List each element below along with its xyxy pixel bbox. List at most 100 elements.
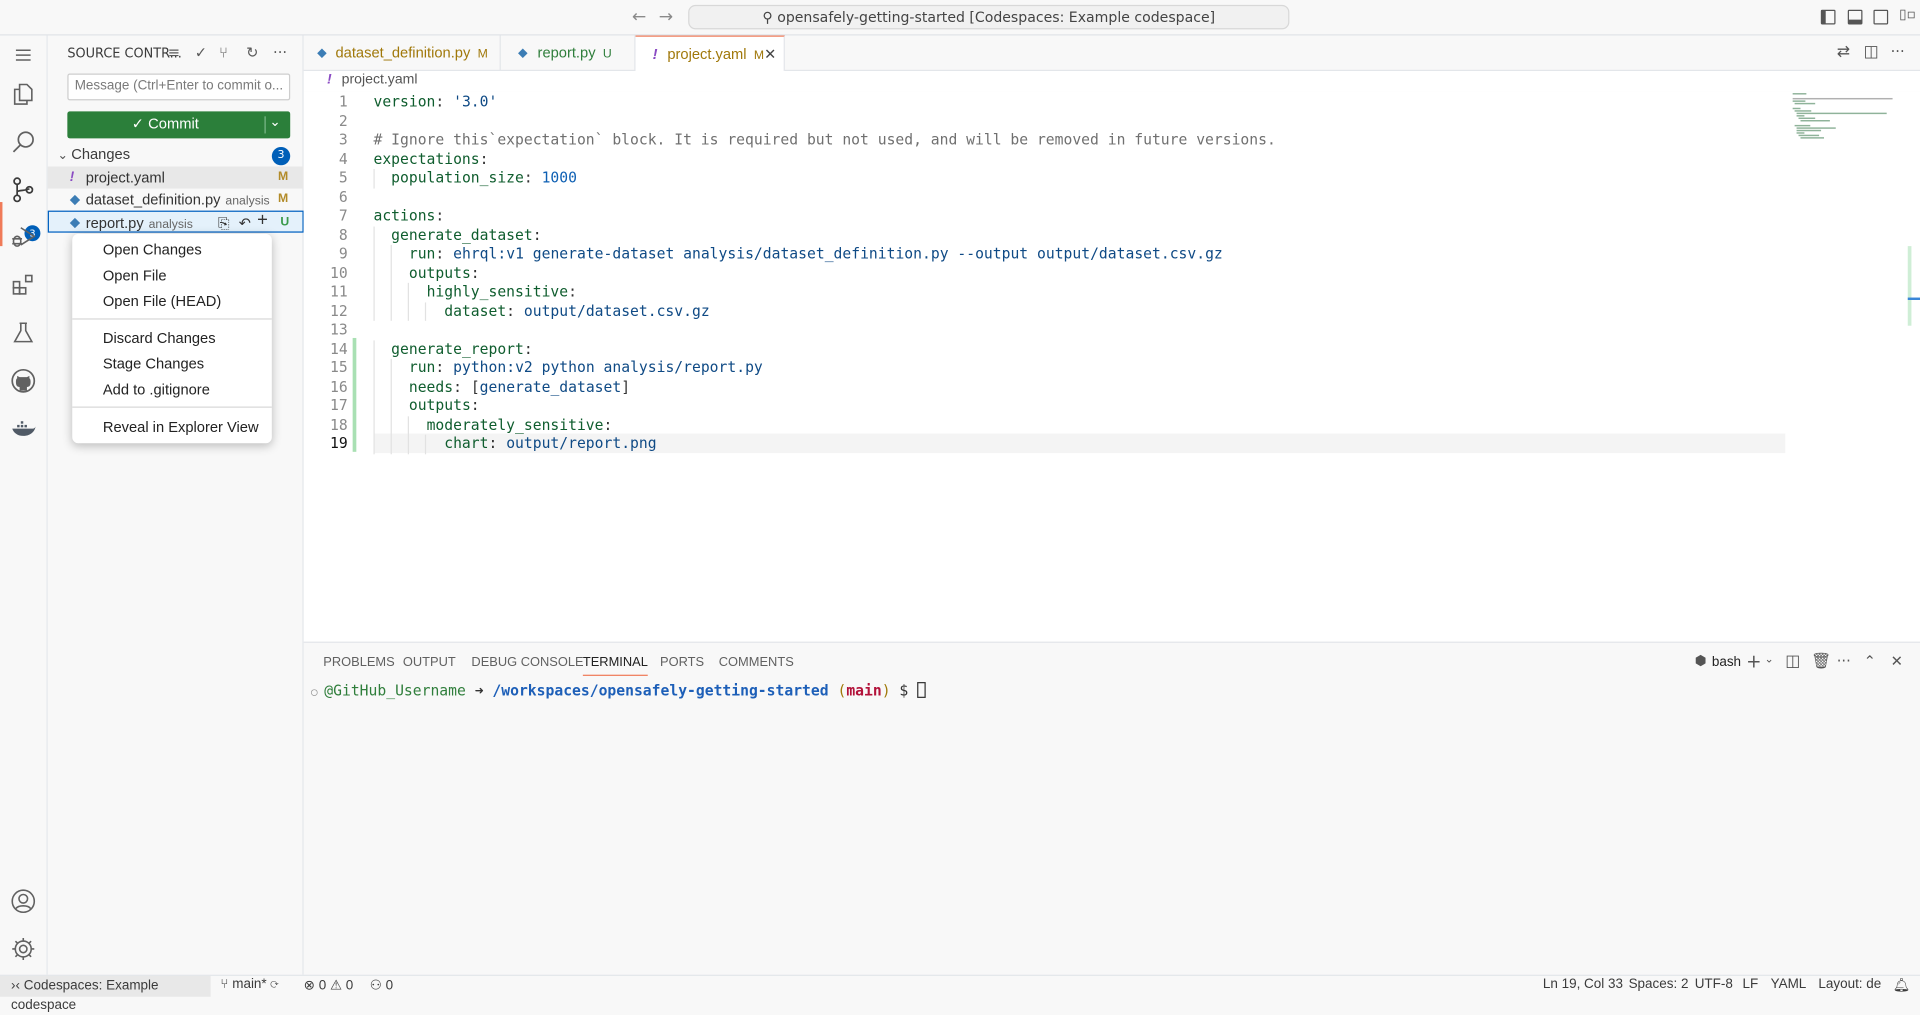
more-actions-icon[interactable]: ···	[1837, 653, 1851, 670]
language-mode[interactable]: YAML	[1771, 977, 1807, 992]
open-file-icon[interactable]: ⎘	[218, 212, 230, 234]
menu-item-open-changes[interactable]: Open Changes	[103, 241, 202, 258]
command-center-search[interactable]: ⚲ opensafely-getting-started [Codespaces…	[688, 4, 1290, 30]
problems-indicator[interactable]: ⊗ 0 ⚠ 0	[304, 977, 354, 993]
docker-icon[interactable]	[9, 414, 38, 443]
create-pull-request-icon[interactable]: ⑂	[219, 44, 228, 61]
more-actions-icon[interactable]: ···	[273, 44, 287, 61]
more-actions-icon[interactable]: ···	[1891, 43, 1905, 60]
toggle-panel-icon[interactable]	[1847, 9, 1863, 25]
kill-terminal-icon[interactable]: 🗑	[1811, 653, 1831, 671]
panel-tab-terminal[interactable]: TERMINAL	[582, 655, 648, 676]
menu-item-reveal-in-explorer[interactable]: Reveal in Explorer View	[103, 419, 259, 436]
breadcrumb-file[interactable]: project.yaml	[342, 72, 418, 87]
terminal-shell-name[interactable]: bash	[1712, 655, 1741, 670]
split-editor-icon[interactable]: ◫	[1864, 43, 1879, 61]
tab-report[interactable]: ◆ report.py U	[501, 35, 636, 72]
github-icon[interactable]	[9, 366, 38, 395]
panel-tab-debug-console[interactable]: DEBUG CONSOLE	[471, 655, 583, 670]
tab-project-yaml[interactable]: ! project.yaml M ✕	[635, 35, 785, 73]
panel-tab-comments[interactable]: COMMENTS	[719, 655, 794, 670]
broadcast-icon: ⚇	[369, 978, 386, 994]
chevron-down-icon[interactable]: ⌄	[1764, 654, 1773, 666]
breadcrumb: ! project.yaml	[303, 71, 1920, 92]
minimap-line	[1796, 112, 1887, 115]
discard-changes-icon[interactable]: ↶	[239, 212, 251, 234]
minimap-line	[1796, 127, 1836, 129]
explorer-icon[interactable]	[9, 80, 38, 109]
indentation[interactable]: Spaces: 2	[1629, 977, 1689, 992]
view-as-tree-icon[interactable]: ≡	[168, 44, 180, 61]
line-number: 13	[330, 320, 348, 338]
panel-tab-output[interactable]: OUTPUT	[403, 655, 456, 670]
tab-dataset-definition[interactable]: ◆ dataset_definition.py M	[304, 35, 501, 72]
menu-item-stage-changes[interactable]: Stage Changes	[103, 355, 204, 372]
code-line: 5 population_size: 1000	[304, 169, 1786, 188]
close-icon[interactable]: ✕	[764, 37, 776, 73]
line-number: 6	[338, 187, 348, 206]
accounts-icon[interactable]	[9, 887, 38, 916]
stage-changes-icon[interactable]: +	[257, 209, 268, 231]
menu-item-open-file[interactable]: Open File	[103, 267, 167, 284]
maximize-panel-icon[interactable]: ⌃	[1864, 653, 1876, 670]
changed-file-row[interactable]: ◆ dataset_definition.py analysis M	[48, 189, 304, 211]
source-control-icon[interactable]	[9, 175, 38, 204]
code-text: version: '3.0'	[373, 93, 498, 111]
toggle-primary-sidebar-icon[interactable]	[1820, 9, 1836, 25]
changed-file-row[interactable]: ! project.yaml M	[47, 166, 304, 189]
new-terminal-icon[interactable]: +	[1746, 650, 1761, 672]
file-name: project.yaml	[85, 168, 165, 187]
minimap[interactable]	[1788, 92, 1910, 642]
code-text: actions:	[373, 206, 445, 225]
testing-icon[interactable]	[9, 318, 38, 347]
branch-indicator[interactable]: ⑂ main* ⟳	[220, 977, 278, 992]
minimap-line	[1792, 100, 1806, 102]
code-line: 19 chart: output/report.png	[304, 435, 1786, 454]
code-text: dataset: output/dataset.csv.gz	[444, 301, 710, 319]
search-icon[interactable]	[9, 127, 38, 156]
notifications-bell-icon[interactable]: 🔔︎	[1893, 977, 1910, 993]
line-number: 16	[330, 377, 348, 395]
changes-group-header[interactable]: ⌄ Changes	[58, 146, 303, 168]
arrow-right-icon[interactable]: →	[659, 7, 673, 27]
ports-indicator[interactable]: ⚇ 0	[370, 977, 393, 993]
menu-item-discard-changes[interactable]: Discard Changes	[103, 329, 216, 346]
extensions-icon[interactable]	[9, 271, 38, 300]
commit-button[interactable]: ✓ Commit ⌄	[67, 111, 291, 139]
settings-gear-icon[interactable]	[9, 934, 38, 963]
menu-item-add-to-gitignore[interactable]: Add to .gitignore	[103, 381, 210, 398]
customize-layout-icon[interactable]: ▯▫	[1899, 6, 1916, 22]
menu-separator	[72, 406, 272, 408]
encoding[interactable]: UTF-8	[1695, 977, 1733, 992]
panel-tab-ports[interactable]: PORTS	[660, 655, 704, 670]
menu-item-open-file-head[interactable]: Open File (HEAD)	[103, 293, 221, 310]
terminal-shell-icon: ⬢	[1694, 652, 1707, 669]
open-changes-icon[interactable]: ⇄	[1837, 43, 1850, 61]
chevron-down-icon[interactable]: ⌄	[269, 114, 280, 130]
arrow-left-icon[interactable]: ←	[632, 7, 646, 27]
panel-tab-problems[interactable]: PROBLEMS	[323, 655, 394, 670]
close-panel-icon[interactable]: ✕	[1891, 653, 1903, 670]
terminal-arrow: ➜	[474, 682, 484, 700]
code-text: moderately_sensitive:	[426, 415, 613, 433]
cursor-position[interactable]: Ln 19, Col 33	[1543, 977, 1623, 992]
keyboard-layout[interactable]: Layout: de	[1818, 977, 1881, 992]
refresh-icon[interactable]: ↻	[246, 44, 258, 61]
menu-icon[interactable]	[9, 40, 38, 69]
toggle-secondary-sidebar-icon[interactable]	[1873, 9, 1889, 25]
split-terminal-icon[interactable]: ◫	[1785, 653, 1800, 671]
minimap-line	[1800, 120, 1830, 122]
indent-guide	[407, 415, 409, 454]
code-editor[interactable]: 1 version: '3.0' 2 3 # Ignore this`expectati…	[303, 91, 1920, 642]
minimap-line	[1798, 117, 1816, 120]
commit-message-input[interactable]: Message (Ctrl+Enter to commit o...	[67, 73, 291, 101]
changed-file-row-selected[interactable]: ◆ report.py analysis ⎘ ↶ + U	[47, 209, 304, 234]
commit-check-icon[interactable]: ✓	[195, 44, 207, 61]
minimap-line	[1792, 97, 1893, 100]
error-icon: ⊗	[303, 978, 319, 994]
end-of-line[interactable]: LF	[1742, 977, 1758, 992]
remote-indicator[interactable]: ›‹ Codespaces: Example codespace	[0, 975, 211, 1013]
run-debug-icon[interactable]	[9, 223, 38, 252]
terminal-prompt-line[interactable]: ○ @GitHub_Username ➜ /workspaces/opensaf…	[311, 682, 926, 699]
context-menu: Open Changes Open File Open File (HEAD) …	[72, 233, 272, 444]
